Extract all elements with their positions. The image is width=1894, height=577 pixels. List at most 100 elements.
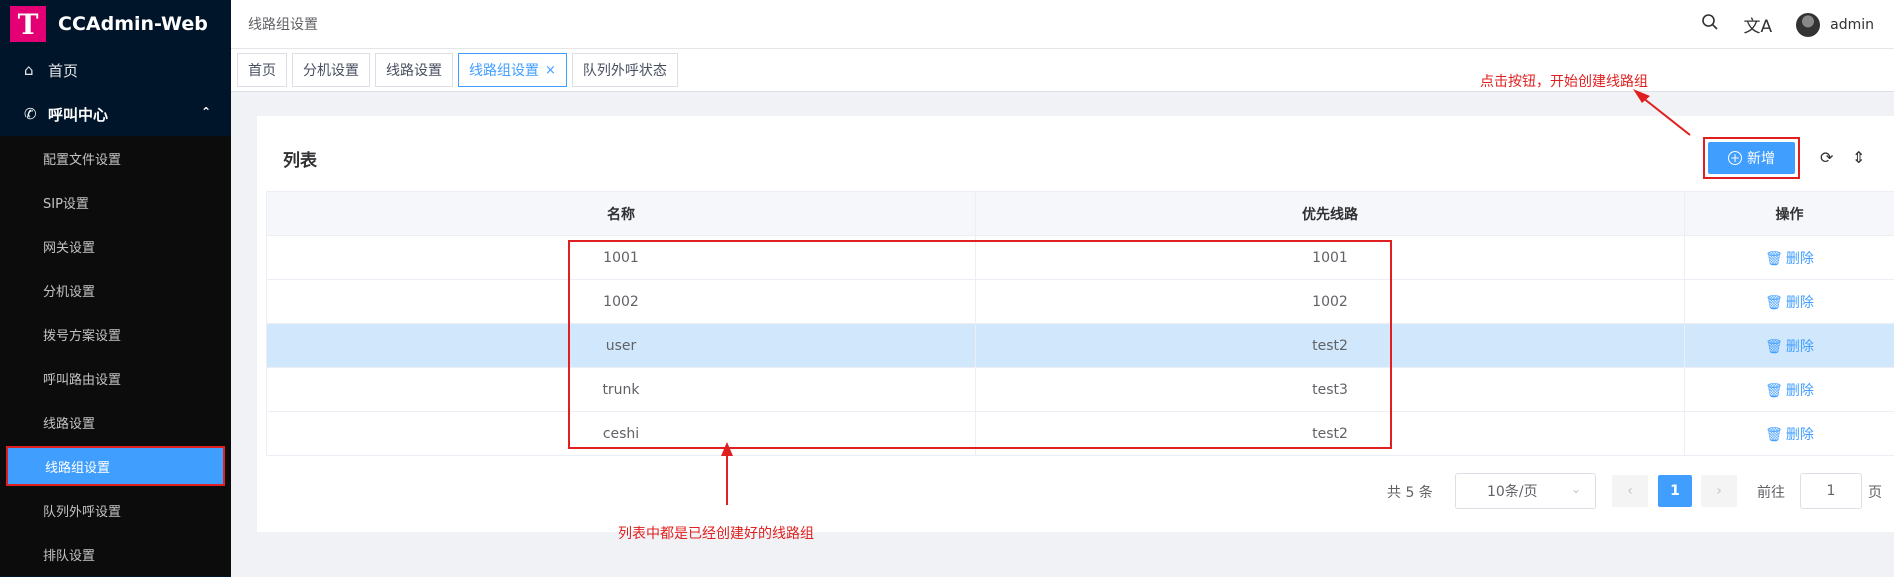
sidebar-group-call-center[interactable]: ✆ 呼叫中心 ⌄ [0,92,231,136]
page-size-value: 10条/页 [1487,484,1538,500]
close-icon[interactable]: × [545,63,556,78]
delete-button[interactable]: 🗑 删除 [1765,251,1814,267]
table-row[interactable]: 1002 1002 🗑 删除 [266,279,1894,324]
cell-action: 🗑 删除 [1684,411,1894,456]
cell-line: test3 [975,367,1685,412]
trash-icon: 🗑 [1765,338,1783,355]
app-title: CCAdmin-Web [58,13,208,35]
tab-label: 线路设置 [386,63,442,79]
delete-button[interactable]: 🗑 删除 [1765,383,1814,399]
sidebar-item-label: 线路设置 [43,416,96,432]
sidebar-item-label: SIP设置 [43,196,89,212]
delete-label: 删除 [1785,426,1814,443]
refresh-icon[interactable]: ⟳ [1820,148,1833,167]
avatar[interactable] [1796,12,1821,37]
density-icon[interactable]: ⇕ [1852,148,1865,167]
delete-label: 删除 [1785,338,1814,355]
cell-line: 1002 [975,279,1685,324]
phone-icon: ✆ [24,105,37,123]
sidebar-item-dialplan-settings[interactable]: 拨号方案设置 [0,312,231,356]
chevron-down-icon: ⌄ [1570,482,1581,496]
sidebar-item-label: 排队设置 [43,548,96,564]
sidebar-item-label: 首页 [48,61,79,80]
cell-action: 🗑 删除 [1684,367,1894,412]
delete-button[interactable]: 🗑 删除 [1765,339,1814,355]
sidebar-item-home[interactable]: ⌂ 首页 [0,48,231,92]
column-header-line: 优先线路 [975,191,1685,236]
cell-name: 1001 [266,235,976,280]
sidebar-item-queue-settings[interactable]: 排队设置 [0,532,231,576]
table-row[interactable]: trunk test3 🗑 删除 [266,367,1894,412]
column-header-action: 操作 [1684,191,1894,236]
delete-label: 删除 [1785,250,1814,267]
logo-row: T CCAdmin-Web [0,0,231,48]
sidebar-item-gateway-settings[interactable]: 网关设置 [0,224,231,268]
home-icon: ⌂ [24,61,34,79]
search-icon[interactable] [1701,13,1719,36]
cell-line: 1001 [975,235,1685,280]
tab-home[interactable]: 首页 [237,53,287,87]
table-row[interactable]: 1001 1001 🗑 删除 [266,235,1894,280]
pagination: 共 5 条 10条/页 ⌄ ‹ 1 › 前往 页 [0,472,1894,510]
card-title: 列表 [283,151,317,171]
sidebar-item-label: 分机设置 [43,284,96,300]
plus-circle-icon: + [1728,151,1742,165]
sidebar-item-extension-settings[interactable]: 分机设置 [0,268,231,312]
cell-name: ceshi [266,411,976,456]
page-unit-label: 页 [1868,485,1882,501]
brand-logo: T [10,6,46,42]
delete-button[interactable]: 🗑 删除 [1765,427,1814,443]
cell-line: test2 [975,323,1685,368]
top-header: 线路组设置 文A admin [231,0,1894,49]
sidebar-submenu: 配置文件设置 SIP设置 网关设置 分机设置 拨号方案设置 呼叫路由设置 线路设… [0,136,231,576]
table-header-row: 名称 优先线路 操作 [266,191,1894,236]
table-row[interactable]: user test2 🗑 删除 [266,323,1894,368]
sidebar-group-label: 呼叫中心 [48,105,109,124]
tab-queue-outbound-status[interactable]: 队列外呼状态 [571,53,678,87]
total-count: 共 5 条 [1387,485,1433,501]
trash-icon: 🗑 [1765,382,1783,399]
tab-extension-settings[interactable]: 分机设置 [292,53,370,87]
trash-icon: 🗑 [1765,294,1783,311]
goto-label: 前往 [1757,485,1785,501]
tab-label: 线路组设置 [469,63,539,79]
sidebar-item-route-settings[interactable]: 呼叫路由设置 [0,356,231,400]
sidebar-item-label: 拨号方案设置 [43,328,122,344]
delete-label: 删除 [1785,294,1814,311]
sidebar-item-profile-settings[interactable]: 配置文件设置 [0,136,231,180]
add-button-label: 新增 [1747,151,1775,167]
cell-action: 🗑 删除 [1684,323,1894,368]
tab-line-settings[interactable]: 线路设置 [375,53,453,87]
cell-action: 🗑 删除 [1684,279,1894,324]
delete-label: 删除 [1785,382,1814,399]
goto-page-input[interactable] [1800,473,1862,509]
trash-icon: 🗑 [1765,250,1783,267]
sidebar-item-label: 呼叫路由设置 [43,372,122,388]
list-card: 列表 + 新增 ⟳ ⇕ 名称 优先线路 操作 1001 1001 🗑 删除 100… [257,116,1894,532]
add-button-highlight: + 新增 [1703,137,1800,179]
sidebar-item-label: 配置文件设置 [43,152,122,168]
cell-name: 1002 [266,279,976,324]
page-size-select[interactable]: 10条/页 ⌄ [1455,473,1596,509]
column-header-name: 名称 [266,191,976,236]
add-button[interactable]: + 新增 [1708,142,1795,174]
cell-name: trunk [266,367,976,412]
data-table: 名称 优先线路 操作 1001 1001 🗑 删除 1002 1002 🗑 删除 u… [266,191,1894,456]
sidebar-item-sip-settings[interactable]: SIP设置 [0,180,231,224]
page-number-current[interactable]: 1 [1658,475,1692,507]
table-row[interactable]: ceshi test2 🗑 删除 [266,411,1894,456]
annotation-bottom: 列表中都是已经创建好的线路组 [618,526,814,542]
tab-label: 分机设置 [303,63,359,79]
user-name[interactable]: admin [1830,17,1874,33]
sidebar-item-label: 网关设置 [43,240,96,256]
tab-line-group-settings[interactable]: 线路组设置 × [458,53,567,87]
translate-icon[interactable]: 文A [1743,12,1772,37]
delete-button[interactable]: 🗑 删除 [1765,295,1814,311]
prev-page-button[interactable]: ‹ [1612,475,1648,507]
breadcrumb: 线路组设置 [248,17,318,33]
annotation-top: 点击按钮，开始创建线路组 [1480,74,1648,90]
next-page-button[interactable]: › [1701,475,1737,507]
sidebar-item-line-settings[interactable]: 线路设置 [0,400,231,444]
header-actions: 文A admin [1701,0,1874,49]
tab-label: 首页 [248,63,276,79]
